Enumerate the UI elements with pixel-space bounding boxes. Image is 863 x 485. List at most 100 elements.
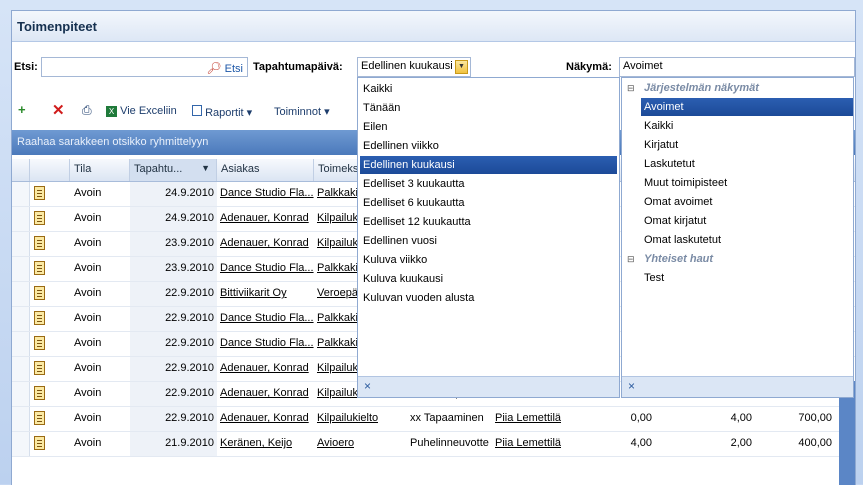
table-row[interactable]: Avoin 21.9.2010 Keränen, Keijo Avioero Puhel…: [12, 432, 855, 457]
row-selector[interactable]: [12, 432, 30, 456]
dropdown-footer: ×: [622, 376, 853, 397]
date-filter-select[interactable]: Edellinen kuukausi ▼: [357, 57, 471, 77]
cell-type[interactable]: Kilpailukielto: [317, 412, 378, 424]
document-icon[interactable]: [34, 211, 45, 225]
row-selector[interactable]: [12, 232, 30, 256]
view-option[interactable]: Kirjatut: [641, 136, 853, 154]
cell-status: Avoin: [74, 187, 102, 199]
cell-value-1: 0,00: [630, 412, 652, 424]
view-option[interactable]: Omat avoimet: [641, 193, 853, 211]
row-selector[interactable]: [12, 282, 30, 306]
document-icon[interactable]: [34, 411, 45, 425]
row-selector[interactable]: [12, 332, 30, 356]
table-row[interactable]: Avoin 22.9.2010 Adenauer, Konrad Kilpailuki…: [12, 407, 855, 432]
cell-type[interactable]: Avioero: [317, 437, 354, 449]
row-selector[interactable]: [12, 357, 30, 381]
date-option[interactable]: Kuluva viikko: [360, 251, 617, 269]
cell-client[interactable]: Dance Studio Fla...: [220, 262, 314, 274]
print-icon[interactable]: ⎙: [82, 103, 92, 118]
view-select[interactable]: Avoimet: [619, 57, 855, 77]
cell-type[interactable]: Veroepä: [317, 287, 358, 299]
row-selector[interactable]: [12, 182, 30, 206]
date-option[interactable]: Tänään: [360, 99, 617, 117]
date-option[interactable]: Edellinen kuukausi: [360, 156, 617, 174]
date-option[interactable]: Edelliset 12 kuukautta: [360, 213, 617, 231]
shared-search-option[interactable]: Test: [641, 269, 853, 287]
cell-status: Avoin: [74, 412, 102, 424]
cell-client[interactable]: Dance Studio Fla...: [220, 187, 314, 199]
cell-person[interactable]: Piia Lemettilä: [495, 437, 561, 449]
document-icon[interactable]: [34, 261, 45, 275]
document-icon[interactable]: [34, 311, 45, 325]
date-option[interactable]: Edellinen vuosi: [360, 232, 617, 250]
document-icon[interactable]: [34, 186, 45, 200]
cell-date: 21.9.2010: [165, 437, 214, 449]
document-icon[interactable]: [34, 386, 45, 400]
cell-status: Avoin: [74, 362, 102, 374]
date-option[interactable]: Edelliset 3 kuukautta: [360, 175, 617, 193]
view-option[interactable]: Laskutetut: [641, 155, 853, 173]
col-client[interactable]: Asiakas: [217, 159, 314, 181]
view-option[interactable]: Kaikki: [641, 117, 853, 135]
document-icon[interactable]: [34, 436, 45, 450]
row-selector[interactable]: [12, 407, 30, 431]
view-option[interactable]: Avoimet: [641, 98, 853, 116]
reports-menu[interactable]: Raportit ▾: [192, 105, 252, 119]
cell-kind: Puhelinneuvotte: [410, 437, 489, 449]
excel-icon: X: [106, 106, 117, 117]
document-icon[interactable]: [34, 286, 45, 300]
col-select[interactable]: [12, 159, 30, 181]
cell-client[interactable]: Adenauer, Konrad: [220, 412, 309, 424]
row-selector[interactable]: [12, 257, 30, 281]
row-selector[interactable]: [12, 382, 30, 406]
cell-client[interactable]: Dance Studio Fla...: [220, 312, 314, 324]
cell-client[interactable]: Dance Studio Fla...: [220, 337, 314, 349]
col-date[interactable]: Tapahtu... ▼: [130, 159, 217, 181]
cell-date: 23.9.2010: [165, 237, 214, 249]
delete-icon[interactable]: ✕: [52, 101, 65, 119]
date-option[interactable]: Edelliset 6 kuukautta: [360, 194, 617, 212]
view-option[interactable]: Omat laskutetut: [641, 231, 853, 249]
date-option[interactable]: Kuluva kuukausi: [360, 270, 617, 288]
date-option[interactable]: Eilen: [360, 118, 617, 136]
dropdown-footer: ×: [358, 376, 619, 397]
cell-client[interactable]: Adenauer, Konrad: [220, 212, 309, 224]
collapse-icon[interactable]: ⊟: [627, 254, 635, 265]
cell-date: 22.9.2010: [165, 312, 214, 324]
cell-client[interactable]: Adenauer, Konrad: [220, 362, 309, 374]
collapse-icon[interactable]: ⊟: [627, 83, 635, 94]
view-label: Näkymä:: [566, 61, 612, 73]
view-option[interactable]: Muut toimipisteet: [641, 174, 853, 192]
search-button[interactable]: 🔎︎ Etsi: [206, 61, 243, 75]
close-icon[interactable]: ×: [628, 379, 635, 393]
col-status[interactable]: Tila: [70, 159, 130, 181]
cell-client[interactable]: Keränen, Keijo: [220, 437, 292, 449]
cell-date: 22.9.2010: [165, 412, 214, 424]
date-option[interactable]: Kaikki: [360, 80, 617, 98]
cell-date: 24.9.2010: [165, 187, 214, 199]
document-icon[interactable]: [34, 361, 45, 375]
cell-client[interactable]: Bittiviikarit Oy: [220, 287, 287, 299]
cell-person[interactable]: Piia Lemettilä: [495, 412, 561, 424]
date-option[interactable]: Edellinen viikko: [360, 137, 617, 155]
cell-value-2: 4,00: [730, 412, 752, 424]
date-option[interactable]: Kuluvan vuoden alusta: [360, 289, 617, 307]
search-icon: 🔎︎: [206, 61, 222, 75]
document-icon[interactable]: [34, 236, 45, 250]
document-icon[interactable]: [34, 336, 45, 350]
date-filter-dropdown: Kaikki Tänään Eilen Edellinen viikko Edellin…: [357, 77, 620, 398]
export-excel-button[interactable]: X Vie Exceliin: [106, 105, 177, 117]
row-selector[interactable]: [12, 307, 30, 331]
row-selector[interactable]: [12, 207, 30, 231]
cell-value-1: 4,00: [630, 437, 652, 449]
view-option[interactable]: Omat kirjatut: [641, 212, 853, 230]
search-input[interactable]: 🔎︎ Etsi: [41, 57, 248, 77]
cell-client[interactable]: Adenauer, Konrad: [220, 237, 309, 249]
close-icon[interactable]: ×: [364, 379, 371, 393]
chevron-down-icon[interactable]: ▼: [455, 60, 468, 74]
cell-client[interactable]: Adenauer, Konrad: [220, 387, 309, 399]
cell-status: Avoin: [74, 337, 102, 349]
group-shared-searches: Yhteiset haut: [644, 253, 714, 265]
add-icon[interactable]: +: [18, 102, 26, 117]
actions-menu[interactable]: Toiminnot ▾: [274, 105, 330, 118]
